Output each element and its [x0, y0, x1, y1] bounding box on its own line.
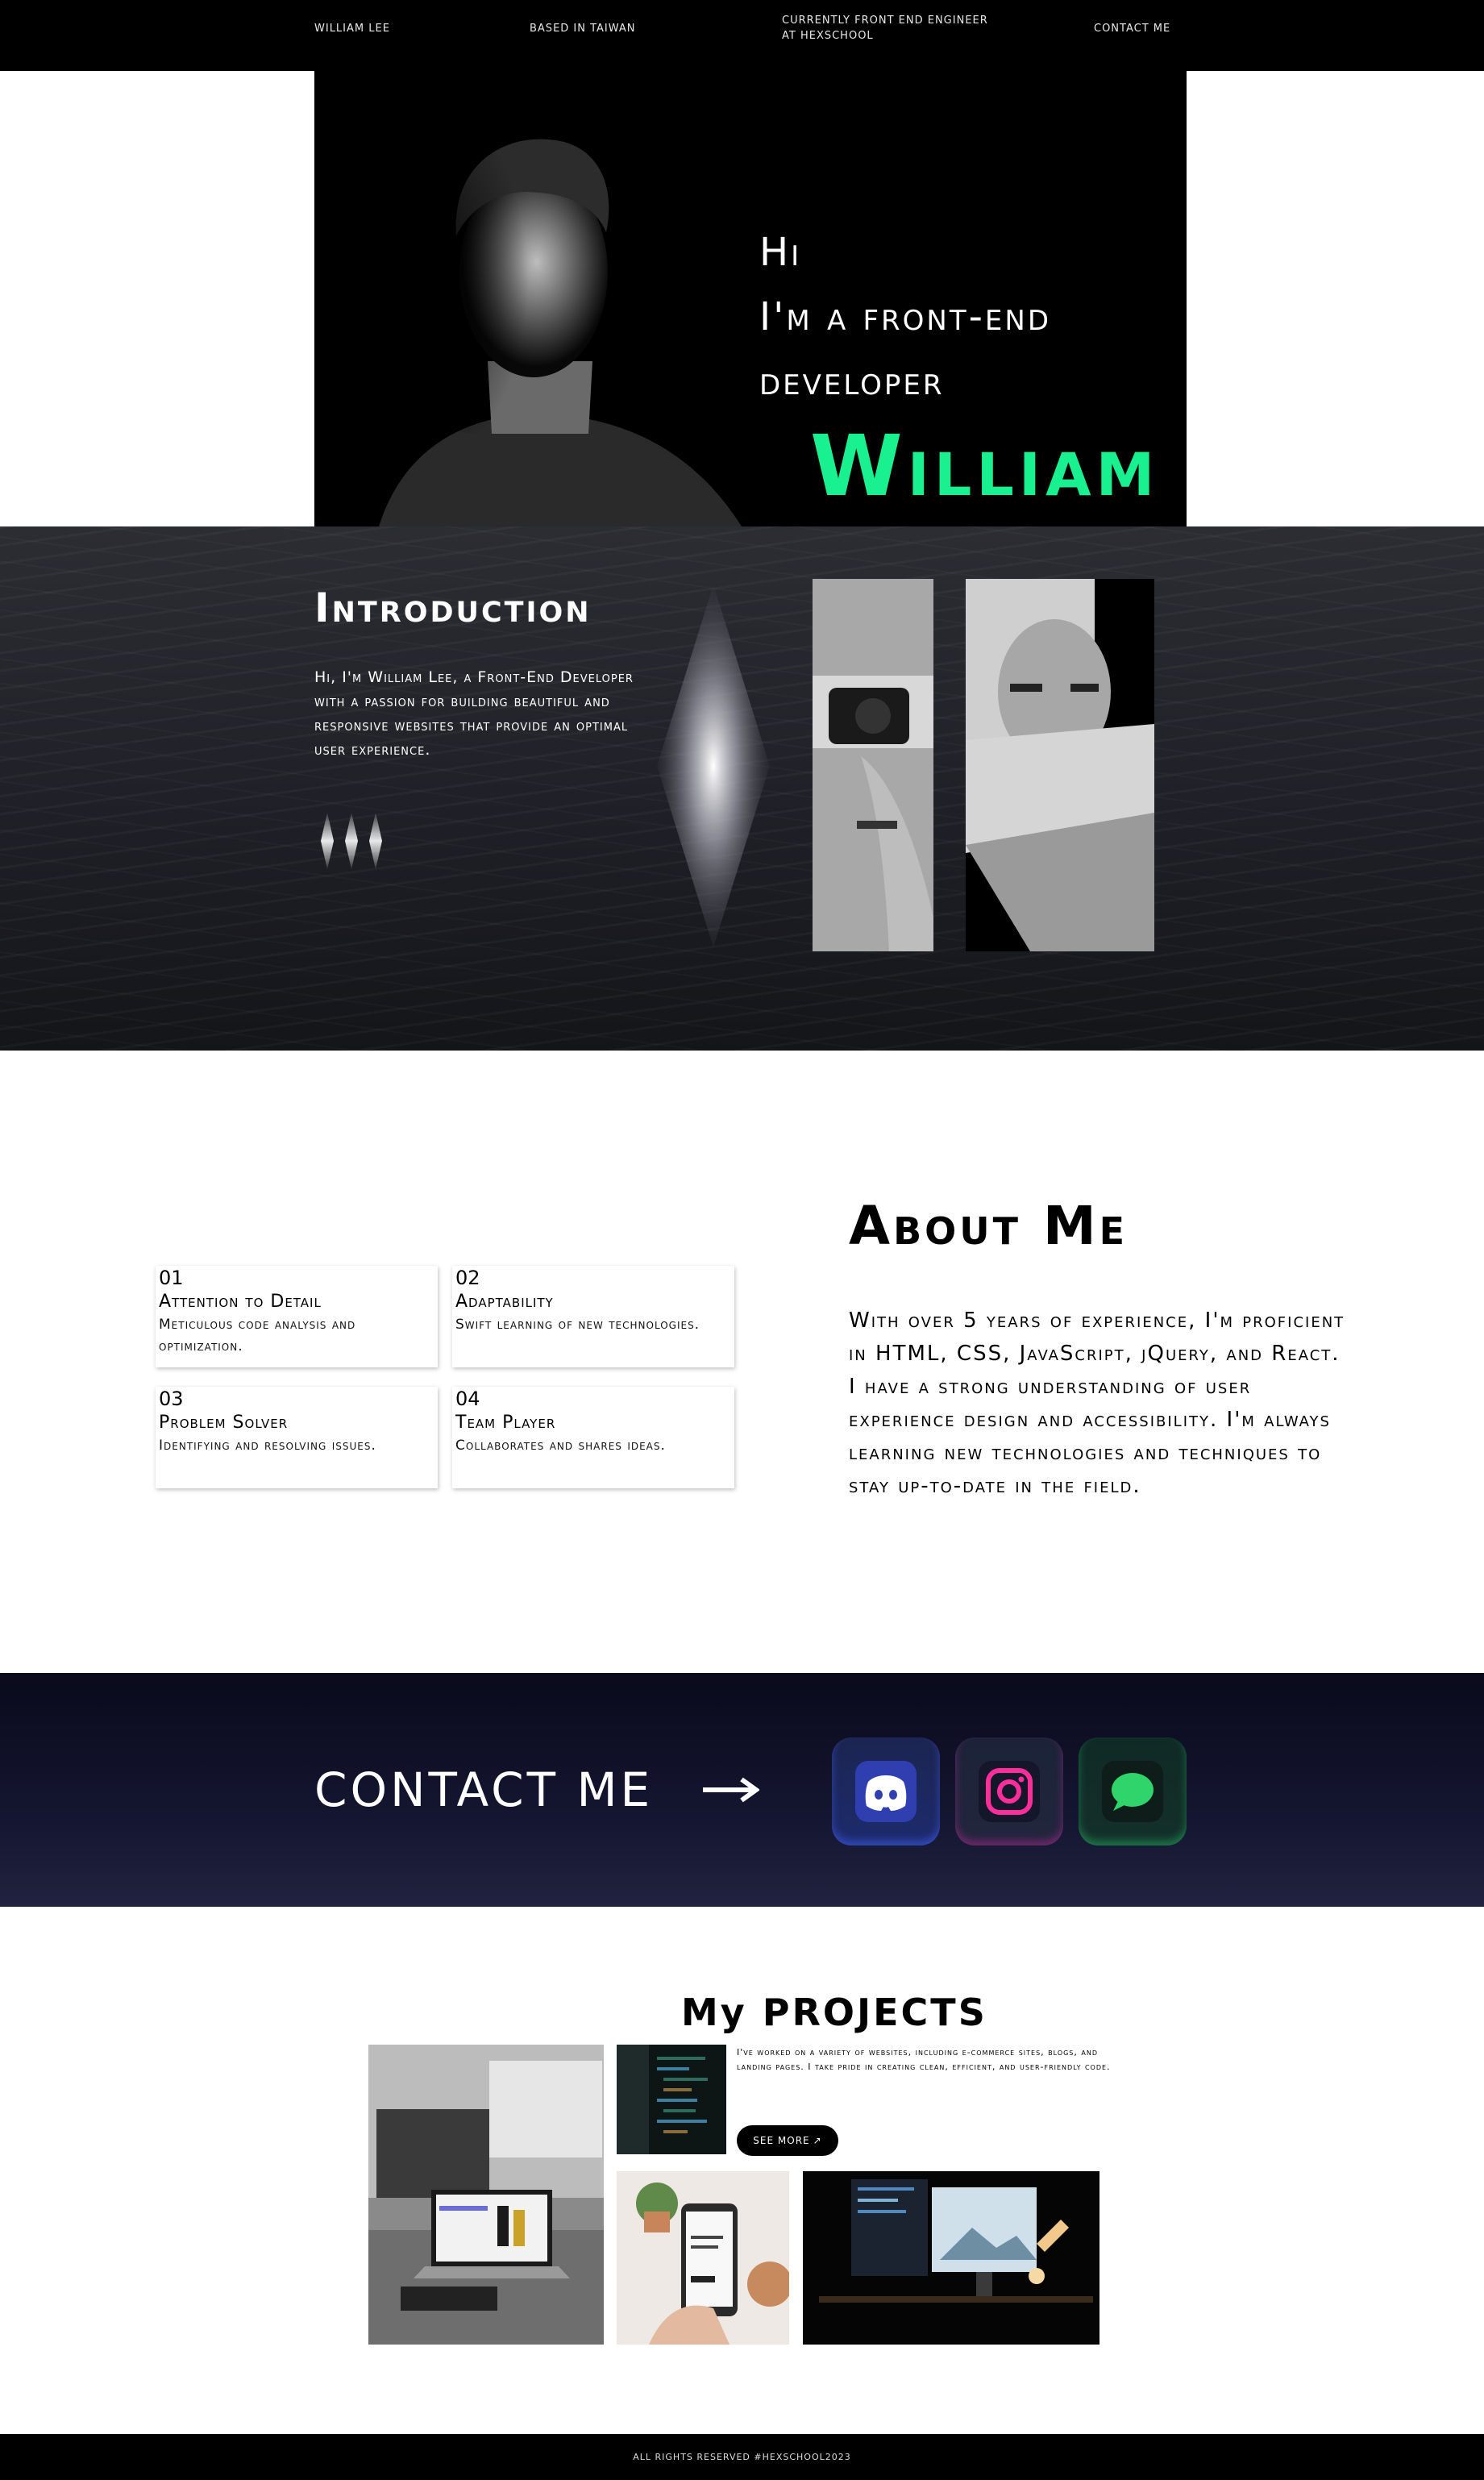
card-desc: Collaborates and shares ideas. — [455, 1438, 666, 1454]
desk-setup-photo[interactable] — [803, 2171, 1099, 2345]
card-title: Problem Solver — [159, 1413, 289, 1433]
card-title: Adaptability — [455, 1292, 554, 1312]
portrait-image — [314, 71, 750, 526]
diamond-sparkle-icon — [657, 585, 770, 947]
hero-line-3: developer — [759, 359, 945, 404]
message-icon — [1102, 1761, 1163, 1822]
hero-section: Hi I'm a front-end developer William — [314, 71, 1187, 526]
see-more-label: SEE MORE — [753, 2135, 810, 2146]
copyright-text: ALL RIGHTS RESERVED #HEXSCHOOL2023 — [633, 2452, 851, 2462]
card-number: 03 — [159, 1388, 184, 1410]
hero-line-1: Hi — [759, 230, 802, 275]
about-body: With over 5 years of experience, I'm pro… — [849, 1309, 1345, 1498]
card-desc: Meticulous code analysis and optimizatio… — [159, 1317, 356, 1354]
instagram-link[interactable] — [955, 1737, 1063, 1845]
intro-section: Introduction Hi, I'm William Lee, a Fron… — [0, 526, 1484, 1051]
card-number: 04 — [455, 1388, 480, 1410]
nav-name[interactable]: WILLIAM LEE — [314, 0, 390, 56]
skill-card: 01 Attention to Detail Meticulous code a… — [156, 1266, 438, 1367]
discord-link[interactable] — [832, 1737, 940, 1845]
hero-name: William — [810, 417, 1160, 515]
skill-card: 04 Team Player Collaborates and shares i… — [452, 1387, 734, 1488]
card-title: Attention to Detail — [159, 1292, 322, 1312]
skill-card: 03 Problem Solver Identifying and resolv… — [156, 1387, 438, 1488]
intro-title: Introduction — [314, 585, 592, 631]
messages-link[interactable] — [1079, 1737, 1187, 1845]
skill-card: 02 Adaptability Swift learning of new te… — [452, 1266, 734, 1367]
nav-role: CURRENTLY FRONT END ENGINEER AT HEXSCHOO… — [782, 15, 988, 42]
instagram-icon — [979, 1761, 1040, 1822]
sparkle-icon — [321, 813, 382, 869]
discord-icon — [855, 1761, 917, 1822]
card-number: 02 — [455, 1267, 480, 1289]
phone-hand-photo[interactable] — [617, 2171, 789, 2345]
nav-location: BASED IN TAIWAN — [530, 22, 636, 35]
face-peek-photo — [966, 579, 1154, 951]
intro-body: Hi, I'm William Lee, a Front-End Develop… — [314, 668, 634, 759]
code-screen-photo[interactable] — [617, 2045, 726, 2154]
projects-title: My PROJECTS — [681, 1991, 987, 2034]
card-desc: Swift learning of new technologies. — [455, 1317, 700, 1333]
about-title: About Me — [849, 1195, 1129, 1257]
top-nav: WILLIAM LEE BASED IN TAIWAN CURRENTLY FR… — [0, 0, 1484, 71]
arrow-right-icon — [703, 1777, 759, 1803]
arrow-up-right-icon: ↗ — [813, 2135, 822, 2146]
card-desc: Identifying and resolving issues. — [159, 1438, 376, 1454]
hero-line-2: I'm a front-end — [759, 294, 1052, 339]
contact-heading: CONTACT ME — [314, 1762, 654, 1817]
camera-hands-photo — [813, 579, 933, 951]
see-more-button[interactable]: SEE MORE ↗ — [737, 2125, 838, 2156]
contact-section: CONTACT ME — [0, 1673, 1484, 1907]
nav-contact-link[interactable]: CONTACT ME — [1094, 0, 1170, 56]
projects-description: I've worked on a variety of websites, in… — [737, 2047, 1111, 2072]
laptop-desk-photo[interactable] — [368, 2045, 604, 2345]
card-number: 01 — [159, 1267, 184, 1289]
footer: ALL RIGHTS RESERVED #HEXSCHOOL2023 — [0, 2434, 1484, 2480]
card-title: Team Player — [455, 1413, 556, 1433]
hero-greeting: Hi I'm a front-end developer — [759, 220, 1051, 414]
